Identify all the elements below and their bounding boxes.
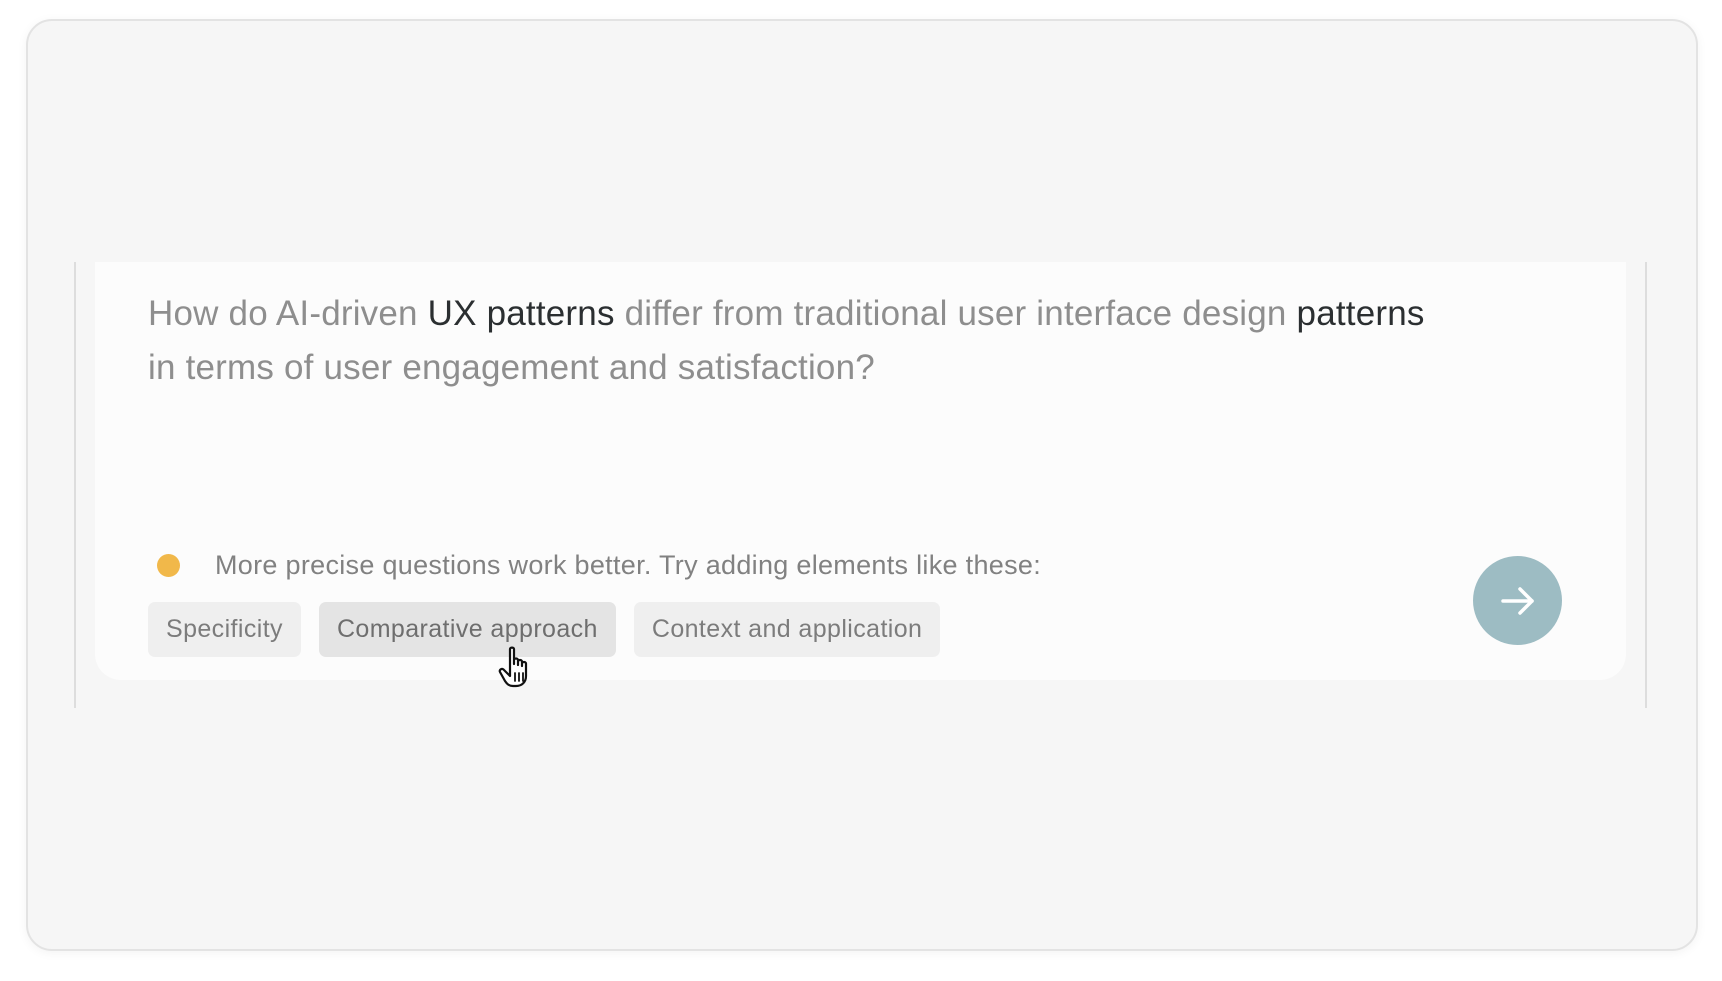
prompt-card: How do AI-driven UX patterns differ from… [95, 262, 1626, 680]
arrow-right-icon [1500, 586, 1534, 615]
hint-row: More precise questions work better. Try … [157, 545, 1041, 585]
question-segment: in terms of user engagement and satisfac… [148, 348, 875, 387]
question-keyword: patterns [1296, 294, 1425, 333]
submit-button[interactable] [1473, 556, 1562, 645]
hint-text: More precise questions work better. Try … [215, 549, 1041, 580]
status-dot-icon [157, 553, 180, 577]
left-divider [74, 262, 76, 708]
question-segment: differ from traditional user interface d… [614, 294, 1297, 333]
suggestion-chip-context-and-application[interactable]: Context and application [633, 602, 941, 657]
question-keyword: UX patterns [427, 294, 615, 333]
hand-pointer-icon [498, 646, 528, 688]
question-text[interactable]: How do AI-driven UX patterns differ from… [148, 287, 1428, 395]
suggestion-chips: Specificity Comparative approach Context… [148, 602, 941, 657]
suggestion-chip-comparative-approach[interactable]: Comparative approach [318, 602, 616, 657]
right-divider [1645, 262, 1647, 708]
suggestion-chip-specificity[interactable]: Specificity [148, 602, 301, 657]
question-segment: How do AI-driven [148, 294, 428, 333]
